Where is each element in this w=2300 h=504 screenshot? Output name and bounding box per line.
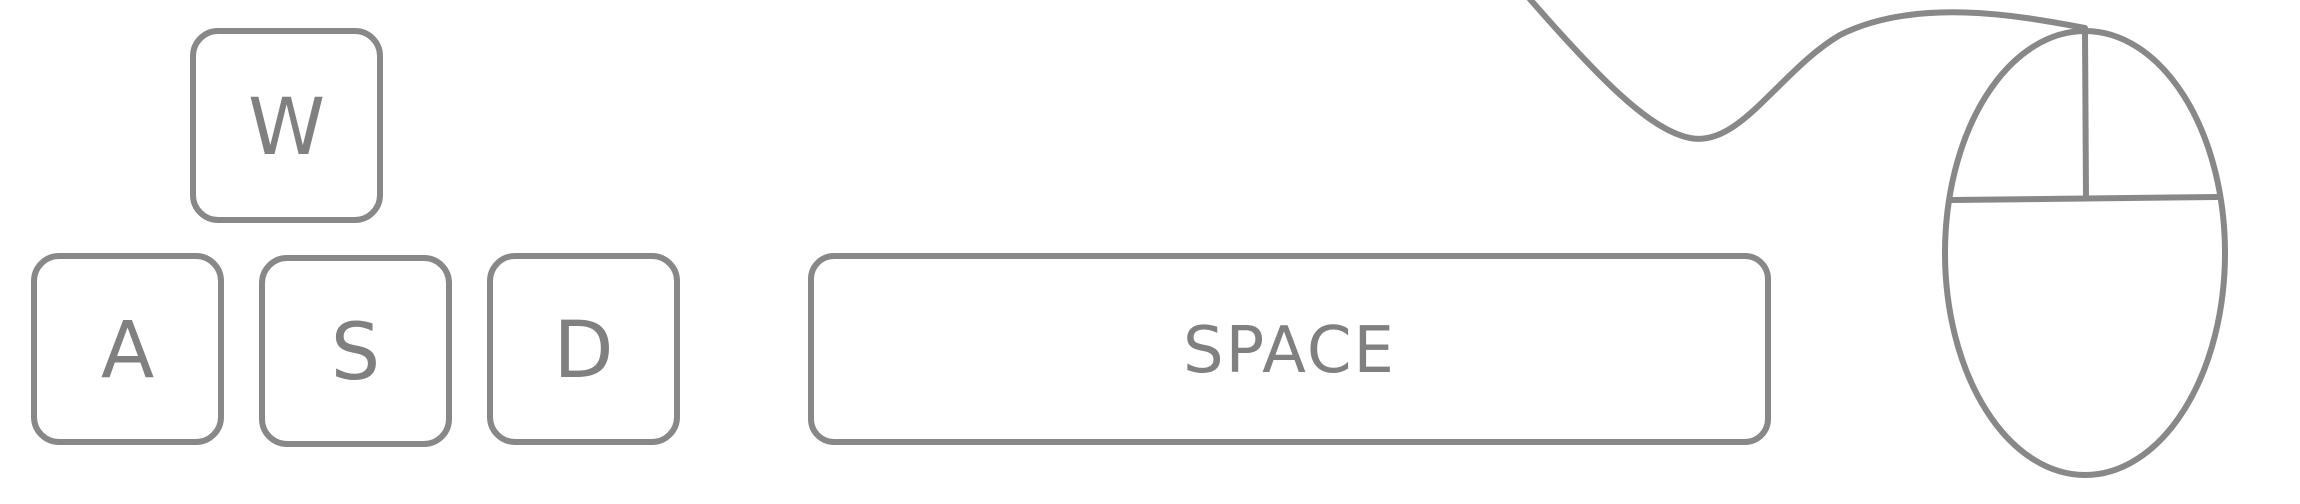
a-key-label: A	[100, 306, 155, 396]
mouse-button-split-icon	[2082, 28, 2089, 201]
space-key: SPACE	[808, 253, 1771, 445]
mouse-body-icon	[1942, 28, 2228, 478]
w-key: W	[190, 28, 383, 223]
d-key: D	[487, 253, 680, 445]
controls-illustration: W A S D SPACE	[0, 0, 2300, 504]
d-key-label: D	[553, 306, 614, 396]
mouse-button-divider-icon	[1949, 194, 2220, 203]
a-key: A	[31, 253, 224, 445]
s-key: S	[259, 255, 452, 447]
space-key-label: SPACE	[1183, 314, 1396, 388]
mouse-cable-icon	[1526, 0, 2088, 142]
w-key-label: W	[247, 82, 326, 173]
s-key-label: S	[330, 308, 381, 398]
